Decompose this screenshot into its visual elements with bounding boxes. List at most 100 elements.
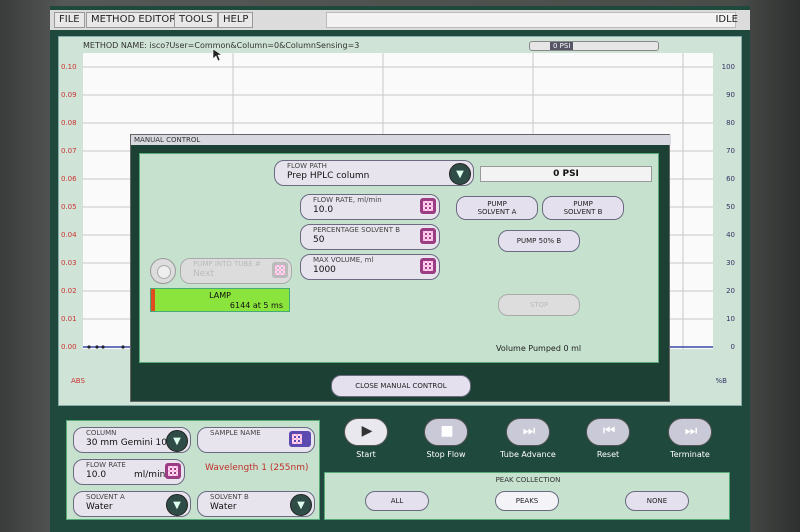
screen: FILE METHOD EDITOR TOOLS HELP IDLE METHO… xyxy=(50,6,750,532)
percent-b-value: 50 xyxy=(313,235,325,245)
lamp-indicator: LAMP 6144 at 5 ms xyxy=(150,288,290,312)
peak-none-button[interactable]: NONE xyxy=(625,491,689,511)
sample-name-label: SAMPLE NAME xyxy=(210,429,261,437)
peak-peaks-button[interactable]: PEAKS xyxy=(495,491,559,511)
column-label: COLUMN xyxy=(86,429,117,437)
solvent-b-label: SOLVENT B xyxy=(210,493,249,501)
right-axis-tick: 20 xyxy=(726,287,735,295)
stop-button[interactable]: STOP xyxy=(498,294,580,316)
right-axis-tick: 90 xyxy=(726,91,735,99)
right-axis-tick: 10 xyxy=(726,315,735,323)
fast-forward-icon: ⏭ xyxy=(684,423,698,439)
pump-into-tube-label: PUMP INTO TUBE # xyxy=(193,260,261,268)
left-axis-tick: 0.07 xyxy=(61,147,77,155)
chevron-down-icon[interactable]: ▼ xyxy=(290,494,312,516)
lamp-value: 6144 at 5 ms xyxy=(229,301,283,310)
terminate-button[interactable]: ⏭ xyxy=(668,418,712,446)
status-text: IDLE xyxy=(715,14,738,25)
wavelength-text: Wavelength 1 (255nm) xyxy=(205,463,309,473)
close-manual-control-button[interactable]: CLOSE MANUAL CONTROL xyxy=(331,375,471,397)
keypad-icon[interactable] xyxy=(165,463,181,479)
menu-tools[interactable]: TOOLS xyxy=(174,12,218,28)
tube-advance-button[interactable]: ⏭ xyxy=(506,418,550,446)
manual-control-dialog: MANUAL CONTROL FLOW PATH Prep HPLC colum… xyxy=(130,134,671,402)
percent-b-field[interactable]: PERCENTAGE SOLVENT B 50 xyxy=(300,224,440,250)
sample-name-field[interactable]: SAMPLE NAME xyxy=(197,427,315,453)
solvent-b-value: Water xyxy=(210,502,237,512)
stop-icon: ■ xyxy=(440,423,454,439)
right-axis-unit: %B xyxy=(715,377,727,385)
stop-flow-button[interactable]: ■ xyxy=(424,418,468,446)
menu-bar: FILE METHOD EDITOR TOOLS HELP IDLE xyxy=(50,10,750,30)
chevron-down-icon[interactable]: ▼ xyxy=(449,163,471,185)
flow-rate-unit: ml/min xyxy=(134,470,166,480)
start-label: Start xyxy=(356,450,376,459)
mouse-cursor-icon xyxy=(212,48,222,62)
pressure-display: 0 PSI xyxy=(480,166,652,182)
flow-path-select[interactable]: FLOW PATH Prep HPLC column ▼ xyxy=(274,160,474,186)
left-axis-unit: ABS xyxy=(71,377,85,385)
menu-method-editor[interactable]: METHOD EDITOR xyxy=(86,12,182,28)
flow-rate-value: 10.0 xyxy=(313,205,334,215)
keypad-icon[interactable] xyxy=(420,258,436,274)
left-axis-tick: 0.10 xyxy=(61,63,77,71)
keypad-icon[interactable] xyxy=(420,198,436,214)
terminate-label: Terminate xyxy=(670,450,710,459)
title-field xyxy=(326,12,736,28)
menu-file[interactable]: FILE xyxy=(54,12,85,28)
keypad-icon xyxy=(272,262,288,278)
play-icon: ▶ xyxy=(361,423,373,439)
solvent-a-value: Water xyxy=(86,502,113,512)
pump-solvent-b-button[interactable]: PUMP SOLVENT B xyxy=(542,196,624,220)
right-axis-tick: 0 xyxy=(730,343,735,351)
left-axis-tick: 0.02 xyxy=(61,287,77,295)
menu-help[interactable]: HELP xyxy=(218,12,254,28)
right-axis-tick: 80 xyxy=(726,119,735,127)
pump-into-tube-field[interactable]: PUMP INTO TUBE # Next xyxy=(180,258,292,284)
flow-rate-label: FLOW RATE, ml/min xyxy=(313,196,382,204)
peak-collection-title: PEAK COLLECTION xyxy=(495,476,561,484)
column-value: 30 mm Gemini 10 u xyxy=(86,438,176,448)
peak-all-button[interactable]: ALL xyxy=(365,491,429,511)
flow-rate-bottom-field[interactable]: FLOW RATE 10.0 ml/min xyxy=(73,459,185,485)
pump-into-tube-value: Next xyxy=(193,269,214,279)
max-volume-field[interactable]: MAX VOLUME, ml 1000 xyxy=(300,254,440,280)
chevron-down-icon[interactable]: ▼ xyxy=(166,430,188,452)
psi-tab: 0 PSI xyxy=(529,41,659,51)
max-volume-value: 1000 xyxy=(313,265,336,275)
left-axis-tick: 0.05 xyxy=(61,203,77,211)
flow-rate-field[interactable]: FLOW RATE, ml/min 10.0 xyxy=(300,194,440,220)
run-controls: ▶ Start ■ Stop Flow ⏭ Tube Advance ⏮ Res… xyxy=(324,416,730,472)
lamp-label: LAMP xyxy=(209,291,231,300)
skip-forward-icon: ⏭ xyxy=(522,423,536,439)
pump-into-tube-radio[interactable] xyxy=(150,258,176,284)
pump-50-b-button[interactable]: PUMP 50% B xyxy=(498,230,580,252)
reset-button[interactable]: ⏮ xyxy=(586,418,630,446)
left-axis-tick: 0.06 xyxy=(61,175,77,183)
solvent-b-select[interactable]: SOLVENT B Water ▼ xyxy=(197,491,315,517)
flow-rate-bottom-label: FLOW RATE xyxy=(86,461,126,469)
start-button[interactable]: ▶ xyxy=(344,418,388,446)
pump-solvent-a-button[interactable]: PUMP SOLVENT A xyxy=(456,196,538,220)
left-axis-tick: 0.00 xyxy=(61,343,77,351)
solvent-a-select[interactable]: SOLVENT A Water ▼ xyxy=(73,491,191,517)
left-axis-tick: 0.03 xyxy=(61,259,77,267)
chevron-down-icon[interactable]: ▼ xyxy=(166,494,188,516)
flow-path-value: Prep HPLC column xyxy=(287,171,370,181)
left-axis-tick: 0.09 xyxy=(61,91,77,99)
left-axis-tick: 0.04 xyxy=(61,231,77,239)
keypad-icon[interactable] xyxy=(420,228,436,244)
flow-path-label: FLOW PATH xyxy=(287,162,327,170)
peak-collection-panel: PEAK COLLECTION ALL PEAKS NONE xyxy=(324,472,730,520)
max-volume-label: MAX VOLUME, ml xyxy=(313,256,374,264)
run-settings-panel: COLUMN 30 mm Gemini 10 u ▼ SAMPLE NAME F… xyxy=(66,420,320,520)
keyboard-icon[interactable] xyxy=(289,431,311,447)
column-select[interactable]: COLUMN 30 mm Gemini 10 u ▼ xyxy=(73,427,191,453)
left-axis-tick: 0.01 xyxy=(61,315,77,323)
psi-tab-label: 0 PSI xyxy=(550,42,574,50)
volume-pumped: Volume Pumped 0 ml xyxy=(496,344,582,353)
left-axis-tick: 0.08 xyxy=(61,119,77,127)
solvent-a-label: SOLVENT A xyxy=(86,493,125,501)
rewind-icon: ⏮ xyxy=(602,423,616,439)
dialog-title: MANUAL CONTROL xyxy=(131,135,671,145)
